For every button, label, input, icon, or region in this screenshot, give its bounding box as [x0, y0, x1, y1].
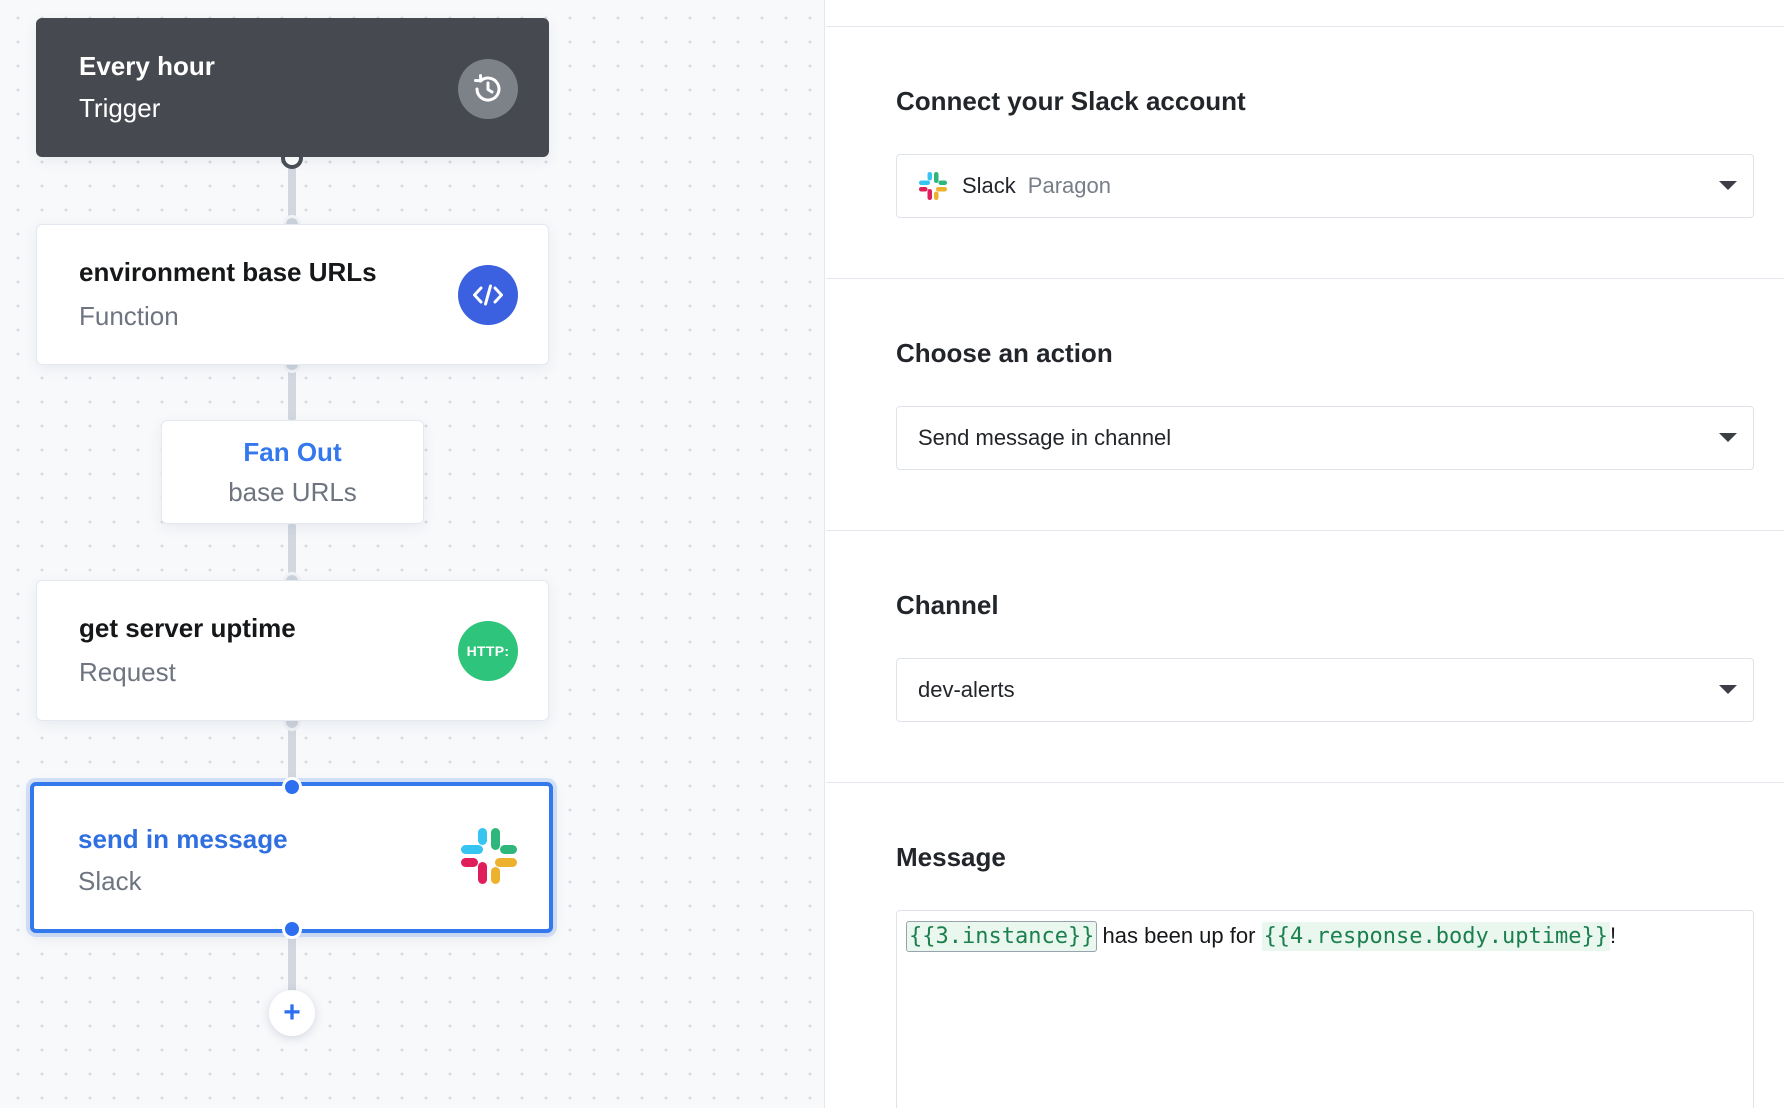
step-request[interactable]: get server uptime Request HTTP:: [36, 580, 549, 721]
message-text: !: [1609, 923, 1617, 948]
account-workspace: Paragon: [1027, 173, 1111, 198]
connector-handle[interactable]: [282, 777, 302, 797]
code-icon: [458, 265, 518, 325]
step-subtitle: Slack: [78, 866, 142, 896]
step-function[interactable]: environment base URLs Function: [36, 224, 549, 365]
clock-icon: [458, 59, 518, 119]
step-title: Every hour: [79, 51, 215, 81]
section-divider: [826, 530, 1784, 531]
action-label: Choose an action: [896, 338, 1113, 368]
slack-account-select[interactable]: Slack Paragon: [896, 154, 1754, 218]
section-divider: [826, 26, 1784, 27]
chevron-down-icon: [1719, 181, 1737, 190]
message-input[interactable]: {{3.instance}} has been up for {{4.respo…: [896, 910, 1754, 1108]
section-divider: [826, 278, 1784, 279]
channel-value: dev-alerts: [918, 677, 1015, 702]
step-subtitle: Function: [79, 301, 179, 331]
slack-icon: [459, 826, 519, 886]
step-title: get server uptime: [79, 613, 296, 643]
step-config-panel: Connect your Slack account Slack Paragon…: [826, 0, 1784, 1108]
workflow-canvas[interactable]: Every hour Trigger environment base URLs…: [0, 0, 825, 1108]
slack-icon: [919, 172, 947, 200]
fanout-title: Fan Out: [243, 437, 342, 467]
message-label: Message: [896, 842, 1006, 872]
add-step-button[interactable]: +: [269, 990, 315, 1036]
http-icon: HTTP:: [458, 621, 518, 681]
chevron-down-icon: [1719, 433, 1737, 442]
section-divider: [826, 782, 1784, 783]
fanout-subtitle: base URLs: [228, 477, 357, 507]
variable-token[interactable]: {{3.instance}}: [905, 921, 1098, 952]
step-trigger[interactable]: Every hour Trigger: [36, 18, 549, 157]
account-app-name: Slack: [962, 173, 1016, 198]
step-subtitle: Trigger: [79, 93, 161, 123]
step-title: environment base URLs: [79, 257, 377, 287]
channel-label: Channel: [896, 590, 999, 620]
connector-handle[interactable]: [282, 919, 302, 939]
variable-token[interactable]: {{4.response.body.uptime}}: [1261, 922, 1610, 951]
connector: [288, 524, 296, 579]
step-title: send in message: [78, 824, 288, 854]
channel-select[interactable]: dev-alerts: [896, 658, 1754, 722]
fanout-node[interactable]: Fan Out base URLs: [161, 420, 424, 524]
step-slack-selected[interactable]: send in message Slack: [30, 782, 553, 933]
connector: [288, 930, 296, 992]
account-label: Connect your Slack account: [896, 86, 1246, 116]
message-text: has been up for: [1096, 923, 1262, 948]
chevron-down-icon: [1719, 685, 1737, 694]
action-value: Send message in channel: [918, 425, 1172, 450]
step-subtitle: Request: [79, 657, 176, 687]
action-select[interactable]: Send message in channel: [896, 406, 1754, 470]
